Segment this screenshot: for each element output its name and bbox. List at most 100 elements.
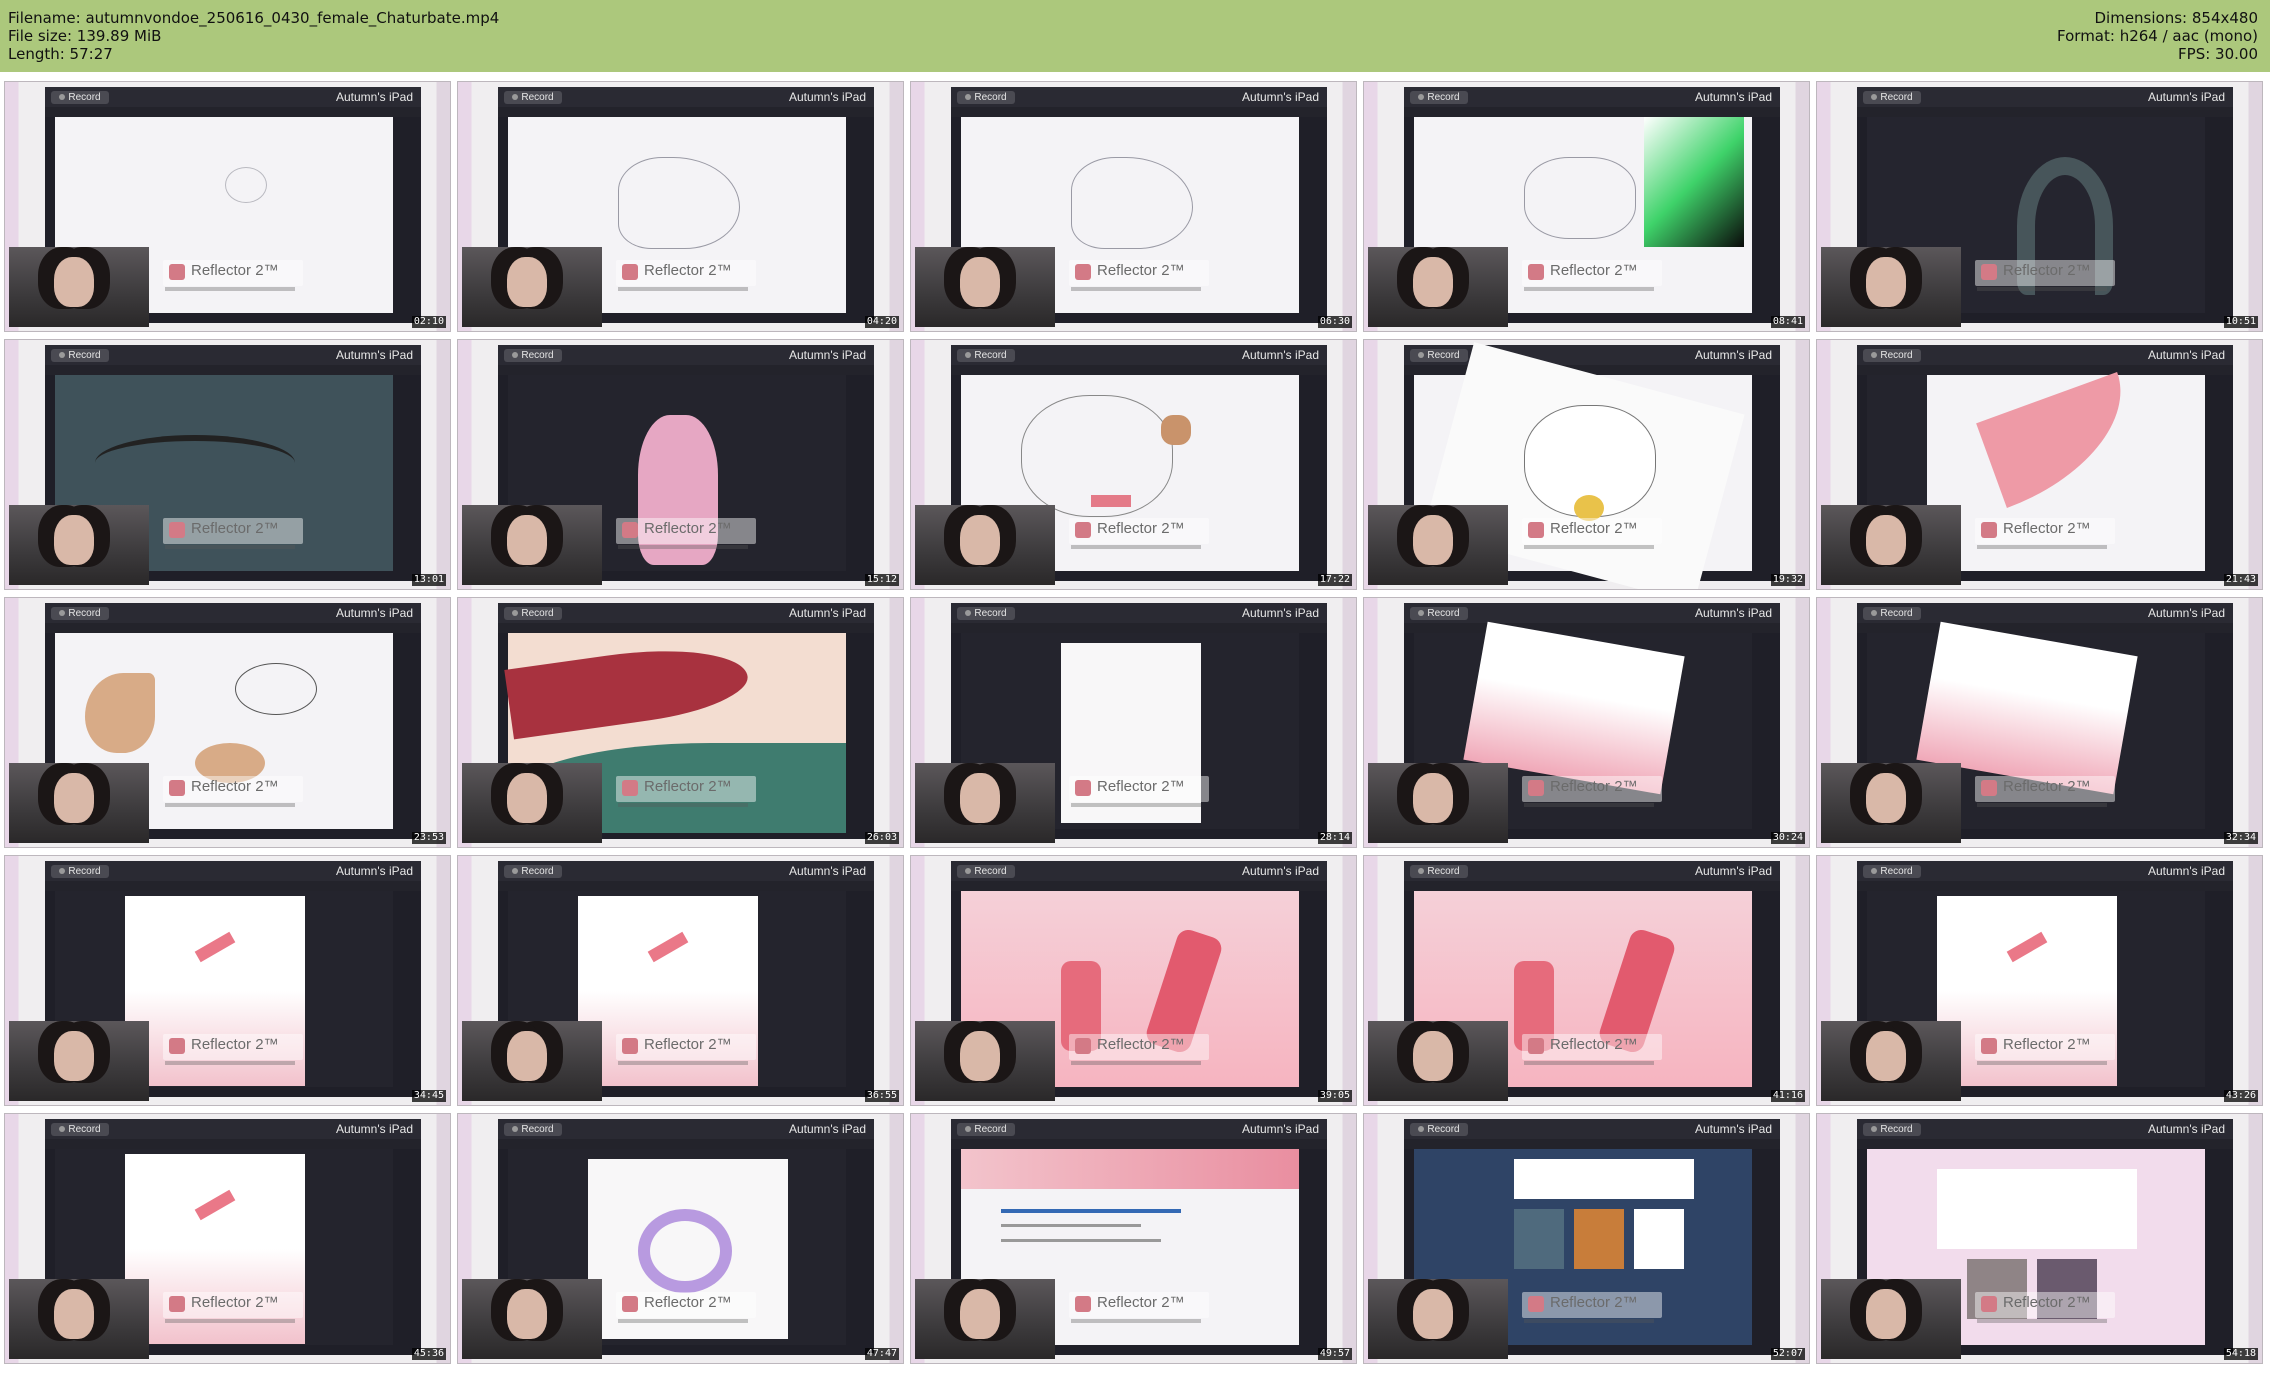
device-label: Autumn's iPad	[1695, 348, 1772, 362]
record-icon	[1418, 352, 1425, 359]
toolbar-strip	[45, 107, 421, 117]
record-icon	[512, 352, 519, 359]
webcam-person	[54, 1289, 94, 1339]
video-info: Dimensions: 854x480 Format: h264 / aac (…	[2057, 9, 2258, 63]
reflector-logo-icon	[1528, 522, 1544, 538]
record-button: Record	[51, 91, 109, 104]
watermark-subtext	[1977, 287, 2107, 291]
record-label: Record	[68, 1124, 101, 1135]
webcam-overlay	[9, 763, 149, 843]
toolbar-strip	[1404, 1139, 1780, 1149]
record-label: Record	[1880, 866, 1913, 877]
watermark-text: Reflector 2™	[644, 1294, 732, 1311]
record-label: Record	[974, 866, 1007, 877]
watermark-subtext	[165, 287, 295, 291]
record-button: Record	[51, 1123, 109, 1136]
reflector-logo-icon	[1075, 1038, 1091, 1054]
watermark-text: Reflector 2™	[1550, 520, 1638, 537]
webcam-overlay	[462, 505, 602, 585]
timestamp: 17:22	[1317, 574, 1352, 586]
webcam-overlay	[1821, 247, 1961, 327]
reflector-watermark: Reflector 2™	[1069, 1034, 1209, 1060]
mirror-topbar: Record Autumn's iPad	[951, 861, 1327, 881]
watermark-subtext	[1071, 1319, 1201, 1323]
timestamp: 41:16	[1770, 1090, 1805, 1102]
reflector-watermark: Reflector 2™	[1069, 1292, 1209, 1318]
record-button: Record	[51, 349, 109, 362]
record-button: Record	[1410, 607, 1468, 620]
record-icon	[965, 610, 972, 617]
record-icon	[1871, 94, 1878, 101]
timestamp: 39:05	[1317, 1090, 1352, 1102]
record-button: Record	[957, 607, 1015, 620]
record-label: Record	[1427, 1124, 1460, 1135]
watermark-text: Reflector 2™	[1097, 1036, 1185, 1053]
toolbar-strip	[45, 365, 421, 375]
record-icon	[59, 868, 66, 875]
reflector-watermark: Reflector 2™	[1975, 1292, 2115, 1318]
reflector-logo-icon	[169, 522, 185, 538]
timestamp: 45:36	[411, 1348, 446, 1360]
record-button: Record	[1410, 865, 1468, 878]
device-label: Autumn's iPad	[1695, 606, 1772, 620]
toolbar-strip	[1857, 365, 2233, 375]
timestamp: 19:32	[1770, 574, 1805, 586]
reflector-logo-icon	[1075, 264, 1091, 280]
reflector-watermark: Reflector 2™	[1975, 518, 2115, 544]
reflector-logo-icon	[1528, 1296, 1544, 1312]
webcam-person	[54, 1031, 94, 1081]
device-label: Autumn's iPad	[789, 90, 866, 104]
timestamp: 15:12	[864, 574, 899, 586]
thumbnail: Record Autumn's iPad Reflector 2™ 08:41	[1363, 81, 1810, 332]
record-label: Record	[974, 608, 1007, 619]
thumbnail: Record Autumn's iPad Reflector 2™ 30:24	[1363, 597, 1810, 848]
webcam-person	[960, 257, 1000, 307]
timestamp: 23:53	[411, 832, 446, 844]
watermark-text: Reflector 2™	[1550, 778, 1638, 795]
record-label: Record	[1880, 608, 1913, 619]
webcam-person	[507, 1289, 547, 1339]
device-label: Autumn's iPad	[1695, 864, 1772, 878]
webcam-overlay	[1368, 1021, 1508, 1101]
record-button: Record	[504, 349, 562, 362]
reflector-watermark: Reflector 2™	[1522, 260, 1662, 286]
watermark-subtext	[1071, 545, 1201, 549]
reflector-watermark: Reflector 2™	[1975, 776, 2115, 802]
thumbnail: Record Autumn's iPad Reflector 2™ 17:22	[910, 339, 1357, 590]
webcam-person	[1413, 257, 1453, 307]
device-label: Autumn's iPad	[1242, 348, 1319, 362]
reflector-logo-icon	[1981, 780, 1997, 796]
webcam-person	[1413, 773, 1453, 823]
webcam-overlay	[915, 505, 1055, 585]
record-button: Record	[1863, 349, 1921, 362]
mirror-topbar: Record Autumn's iPad	[1857, 603, 2233, 623]
toolbar-strip	[498, 881, 874, 891]
device-label: Autumn's iPad	[1242, 90, 1319, 104]
toolbar-strip	[1857, 1139, 2233, 1149]
format-text: Format: h264 / aac (mono)	[2057, 27, 2258, 45]
reflector-watermark: Reflector 2™	[1975, 1034, 2115, 1060]
record-icon	[59, 352, 66, 359]
mirror-topbar: Record Autumn's iPad	[498, 87, 874, 107]
reflector-logo-icon	[622, 1296, 638, 1312]
watermark-text: Reflector 2™	[191, 1036, 279, 1053]
reflector-watermark: Reflector 2™	[616, 260, 756, 286]
device-label: Autumn's iPad	[1695, 1122, 1772, 1136]
mirror-topbar: Record Autumn's iPad	[1857, 1119, 2233, 1139]
record-button: Record	[504, 91, 562, 104]
thumbnail: Record Autumn's iPad Reflector 2™ 23:53	[4, 597, 451, 848]
reflector-logo-icon	[1075, 780, 1091, 796]
reflector-logo-icon	[169, 780, 185, 796]
reflector-logo-icon	[1528, 264, 1544, 280]
device-label: Autumn's iPad	[1242, 606, 1319, 620]
watermark-text: Reflector 2™	[1097, 520, 1185, 537]
thumbnail: Record Autumn's iPad Reflector 2™ 41:16	[1363, 855, 1810, 1106]
record-icon	[1418, 610, 1425, 617]
toolbar-strip	[498, 623, 874, 633]
webcam-person	[54, 515, 94, 565]
thumbnail: Record Autumn's iPad Reflector 2™ 45:36	[4, 1113, 451, 1364]
info-header: Filename: autumnvondoe_250616_0430_femal…	[0, 0, 2270, 72]
watermark-subtext	[165, 1061, 295, 1065]
record-icon	[1871, 352, 1878, 359]
device-label: Autumn's iPad	[2148, 90, 2225, 104]
